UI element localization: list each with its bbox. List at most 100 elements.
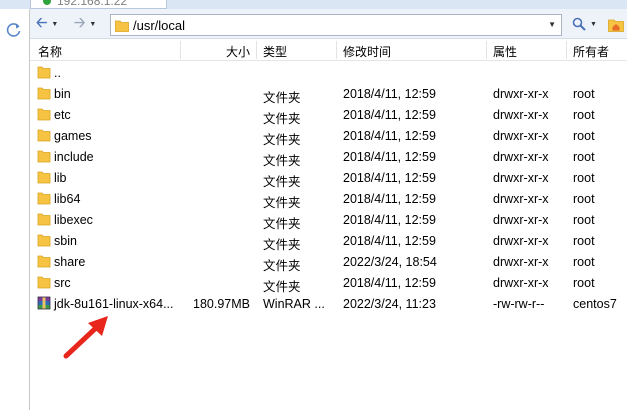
column-name[interactable]: 名称: [38, 43, 62, 60]
file-owner: root: [573, 234, 595, 248]
file-modified: 2018/4/11, 12:59: [343, 129, 436, 143]
folder-icon: [37, 212, 51, 226]
file-permissions: drwxr-xr-x: [493, 108, 549, 122]
file-row[interactable]: jdk-8u161-linux-x64... 180.97MB WinRAR ...…: [30, 293, 627, 314]
file-owner: root: [573, 150, 595, 164]
session-tab-label: 192.168.1.22: [57, 0, 128, 8]
file-modified: 2018/4/11, 12:59: [343, 192, 436, 206]
file-owner: root: [573, 129, 595, 143]
home-button[interactable]: [608, 16, 624, 32]
column-owner[interactable]: 所有者: [573, 43, 609, 60]
file-row[interactable]: lib64 文件夹 2018/4/11, 12:59 drwxr-xr-x root: [30, 188, 627, 210]
file-owner: root: [573, 213, 595, 227]
chevron-down-icon[interactable]: ▼: [89, 21, 96, 28]
folder-icon: [37, 254, 51, 268]
file-name: ..: [54, 66, 61, 80]
column-permissions[interactable]: 属性: [493, 43, 517, 60]
file-row[interactable]: ..: [30, 62, 627, 83]
tab-strip: 192.168.1.22: [0, 0, 627, 9]
file-permissions: drwxr-xr-x: [493, 234, 549, 248]
winrar-archive-icon: [37, 296, 51, 310]
file-permissions: drwxr-xr-x: [493, 276, 549, 290]
file-permissions: drwxr-xr-x: [493, 150, 549, 164]
file-name: share: [54, 255, 86, 269]
annotation-arrow-icon: [63, 316, 108, 359]
file-row[interactable]: share 文件夹 2022/3/24, 18:54 drwxr-xr-x root: [30, 251, 627, 273]
file-name: include: [54, 150, 94, 164]
file-owner: root: [573, 87, 595, 101]
folder-icon: [37, 86, 51, 100]
folder-icon: [37, 233, 51, 247]
back-button[interactable]: 🡠 ▼: [36, 14, 70, 33]
file-name: libexec: [54, 213, 93, 227]
file-row[interactable]: sbin 文件夹 2018/4/11, 12:59 drwxr-xr-x root: [30, 230, 627, 252]
file-name: games: [54, 129, 92, 143]
file-row[interactable]: games 文件夹 2018/4/11, 12:59 drwxr-xr-x root: [30, 125, 627, 147]
file-row[interactable]: bin 文件夹 2018/4/11, 12:59 drwxr-xr-x root: [30, 83, 627, 105]
column-header: 名称 大小 类型 修改时间 属性 所有者: [30, 39, 627, 61]
file-owner: root: [573, 255, 595, 269]
file-permissions: drwxr-xr-x: [493, 192, 549, 206]
file-name: sbin: [54, 234, 77, 248]
file-row[interactable]: libexec 文件夹 2018/4/11, 12:59 drwxr-xr-x root: [30, 209, 627, 231]
file-owner: root: [573, 108, 595, 122]
file-permissions: drwxr-xr-x: [493, 87, 549, 101]
path-text: /usr/local: [133, 18, 186, 33]
file-permissions: drwxr-xr-x: [493, 171, 549, 185]
column-type[interactable]: 类型: [263, 43, 287, 60]
column-size[interactable]: 大小: [176, 43, 250, 60]
file-name: jdk-8u161-linux-x64...: [54, 297, 174, 311]
chevron-down-icon[interactable]: ▼: [548, 20, 556, 29]
forward-button[interactable]: 🡢 ▼: [74, 14, 108, 33]
file-row[interactable]: src 文件夹 2018/4/11, 12:59 drwxr-xr-x root: [30, 272, 627, 294]
chevron-down-icon[interactable]: ▼: [590, 21, 597, 28]
file-owner: root: [573, 171, 595, 185]
file-size: 180.97MB: [193, 297, 250, 311]
file-modified: 2022/3/24, 18:54: [343, 255, 437, 269]
session-tab[interactable]: 192.168.1.22: [30, 0, 167, 9]
refresh-icon[interactable]: [6, 22, 22, 38]
file-modified: 2018/4/11, 12:59: [343, 150, 436, 164]
folder-icon: [37, 170, 51, 184]
file-name: etc: [54, 108, 71, 122]
file-modified: 2018/4/11, 12:59: [343, 108, 436, 122]
file-owner: root: [573, 276, 595, 290]
folder-icon: [37, 275, 51, 289]
file-name: bin: [54, 87, 71, 101]
connection-status-icon: [43, 0, 51, 5]
column-divider[interactable]: [256, 41, 257, 59]
file-modified: 2018/4/11, 12:59: [343, 234, 436, 248]
file-row[interactable]: lib 文件夹 2018/4/11, 12:59 drwxr-xr-x root: [30, 167, 627, 189]
column-divider[interactable]: [566, 41, 567, 59]
file-modified: 2018/4/11, 12:59: [343, 171, 436, 185]
path-field[interactable]: /usr/local ▼: [110, 14, 562, 36]
column-divider[interactable]: [336, 41, 337, 59]
back-arrow-icon: 🡠: [36, 14, 48, 30]
file-type: WinRAR ...: [263, 297, 325, 311]
file-row[interactable]: etc 文件夹 2018/4/11, 12:59 drwxr-xr-x root: [30, 104, 627, 126]
column-divider[interactable]: [486, 41, 487, 59]
file-modified: 2022/3/24, 11:23: [343, 297, 436, 311]
home-folder-icon: [608, 19, 624, 32]
folder-icon: [37, 191, 51, 205]
search-button[interactable]: ▼: [572, 16, 597, 32]
column-modified[interactable]: 修改时间: [343, 43, 391, 60]
file-row[interactable]: include 文件夹 2018/4/11, 12:59 drwxr-xr-x root: [30, 146, 627, 168]
chevron-down-icon[interactable]: ▼: [51, 21, 58, 28]
address-toolbar: 🡠 ▼ 🡢 ▼ /usr/local ▼ ▼: [30, 9, 627, 39]
file-list: .. bin 文件夹 2018/4/11, 12:59 drwxr-xr-x root et…: [30, 62, 627, 410]
file-name: lib: [54, 171, 67, 185]
file-permissions: drwxr-xr-x: [493, 255, 549, 269]
file-permissions: drwxr-xr-x: [493, 129, 549, 143]
folder-icon: [37, 149, 51, 163]
folder-icon: [37, 107, 51, 121]
folder-icon: [37, 128, 51, 142]
left-gutter: [0, 9, 30, 410]
forward-arrow-icon: 🡢: [74, 14, 86, 30]
file-owner: root: [573, 192, 595, 206]
file-modified: 2018/4/11, 12:59: [343, 213, 436, 227]
file-owner: centos7: [573, 297, 617, 311]
folder-icon: [115, 20, 129, 32]
folder-icon: [37, 65, 51, 79]
file-permissions: -rw-rw-r--: [493, 297, 545, 311]
